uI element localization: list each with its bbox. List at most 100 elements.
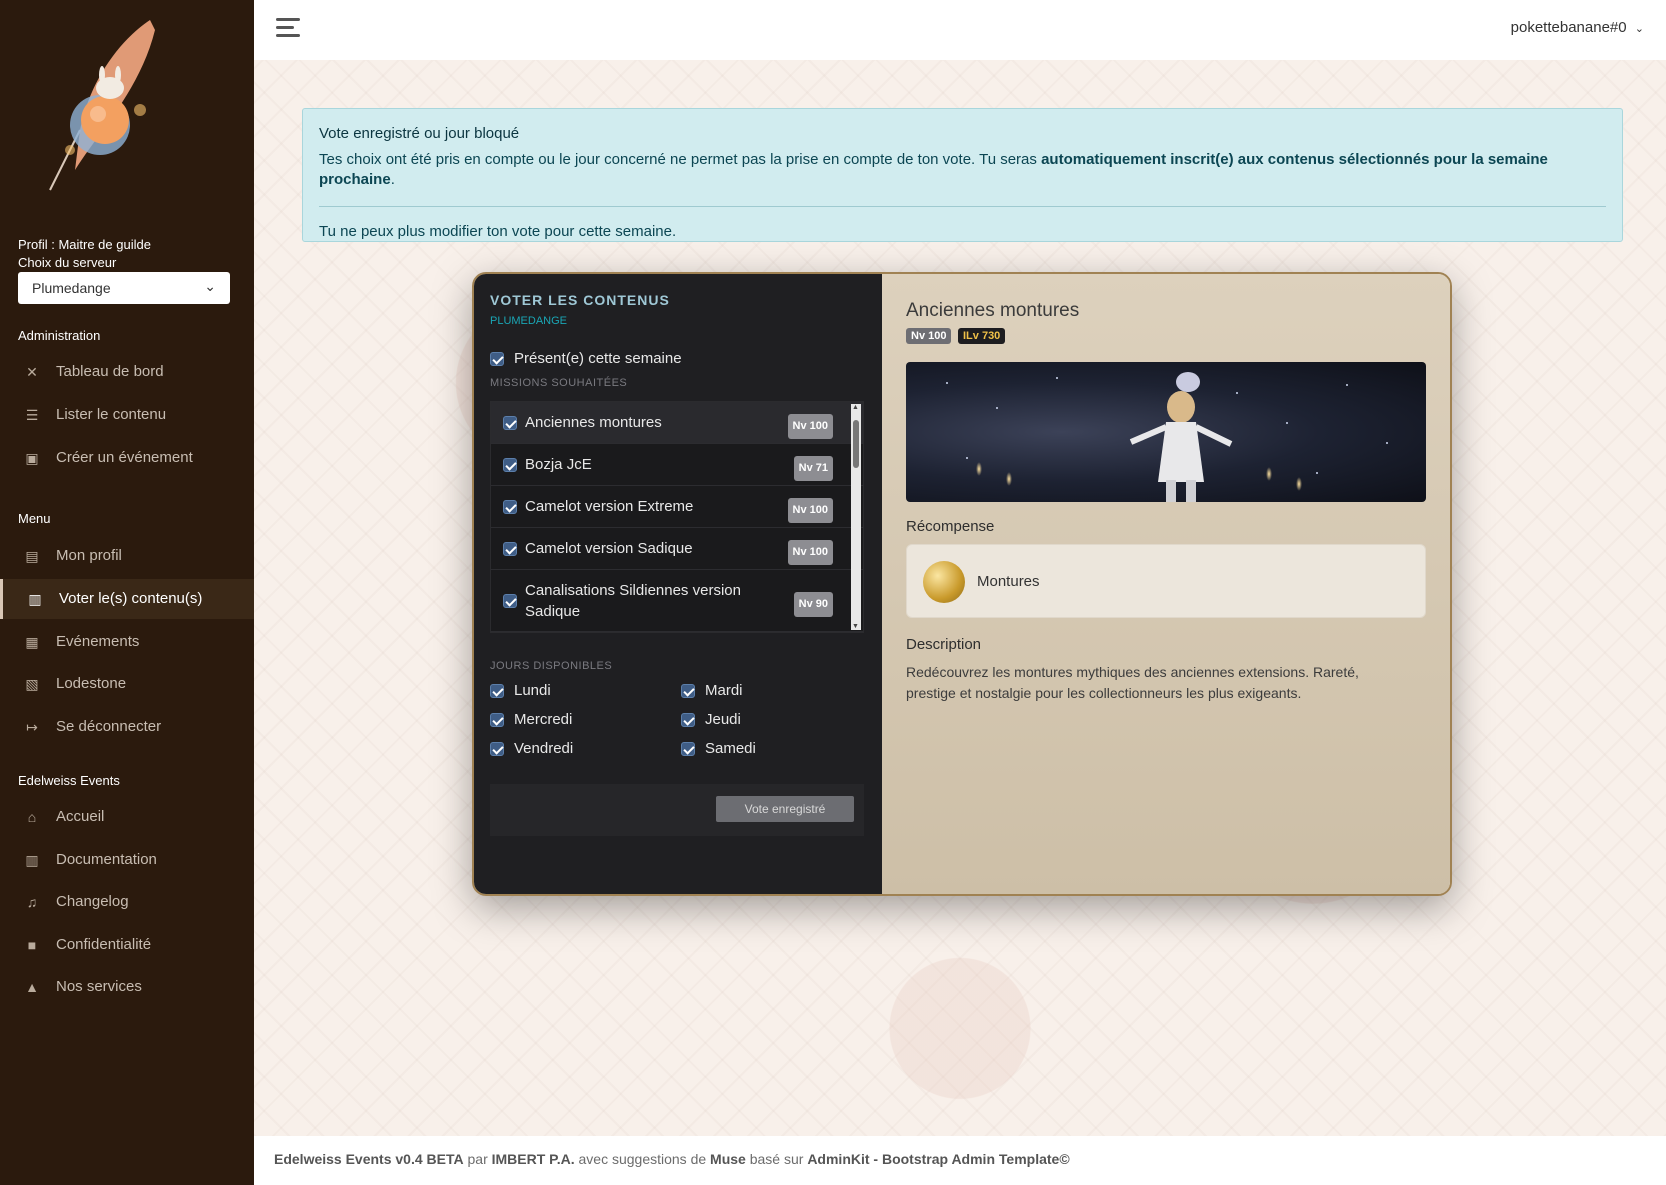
day-checkbox-samedi[interactable]: Samedi [681,740,756,757]
sidebar-item-documentation[interactable]: ▥ Documentation [0,840,254,880]
list-item[interactable]: Canalisations Sildiennes version Sadique… [491,570,863,632]
server-select[interactable]: Plumedange ⌄ [18,272,230,304]
server-label: Choix du serveur [18,255,117,270]
reward-box: Montures [906,544,1426,618]
sidebar-item-label: Créer un événement [56,449,193,466]
checkbox-checked-icon[interactable] [503,458,517,472]
chevron-down-icon: ⌄ [204,278,216,294]
sidebar-item-label: Lodestone [56,675,127,692]
day-checkbox-lundi[interactable]: Lundi [490,682,551,699]
sidebar-item-lister-contenu[interactable]: ☰ Lister le contenu [0,395,254,435]
sidebar-item-voter-contenus[interactable]: ▥ Voter le(s) contenu(s) [0,579,254,619]
sidebar-item-label: Mon profil [56,547,122,564]
footer-author[interactable]: IMBERT P.A. [492,1151,575,1167]
hamburger-menu-icon[interactable] [276,18,300,38]
chevron-down-icon: ⌄ [1634,23,1644,35]
footer-text: basé sur [745,1151,808,1167]
sidebar-item-label: Changelog [56,893,129,910]
day-label: Vendredi [514,740,574,757]
book-icon: ▧ [25,676,39,692]
logo-icon [49,20,155,191]
checkbox-checked-icon[interactable] [503,542,517,556]
sidebar-item-se-deconnecter[interactable]: ↦ Se déconnecter [0,707,254,747]
sidebar-item-label: Accueil [56,808,105,825]
mission-name: Bozja JcE [525,456,592,473]
checkbox-checked-icon[interactable] [681,742,695,757]
checkbox-checked-icon[interactable] [503,500,517,514]
checkbox-checked-icon[interactable] [490,742,504,757]
day-checkbox-mercredi[interactable]: Mercredi [490,711,572,728]
sidebar-item-tableau-de-bord[interactable]: ✕ Tableau de bord [0,352,254,392]
checkbox-checked-icon[interactable] [490,684,504,699]
footer-template[interactable]: AdminKit - Bootstrap Admin Template© [807,1151,1069,1167]
scroll-down-icon[interactable]: ▼ [852,623,859,630]
sidebar-item-evenements[interactable]: ▦ Evénements [0,622,254,662]
user-menu[interactable]: pokettebanane#0 ⌄ [1511,19,1644,36]
list-item[interactable]: Camelot version Sadique Nv 100 [491,528,863,570]
sidebar-item-label: Voter le(s) contenu(s) [59,590,203,607]
checkbox-checked-icon[interactable] [503,416,517,430]
username: pokettebanane#0 [1510,19,1627,36]
calendar-plus-icon: ▣ [25,450,39,466]
list-item[interactable]: Anciennes montures Nv 100 [491,402,863,444]
checkbox-checked-icon[interactable] [681,713,695,728]
scroll-up-icon[interactable]: ▲ [852,404,859,411]
sidebar-item-label: Nos services [56,978,142,995]
sidebar-item-lodestone[interactable]: ▧ Lodestone [0,664,254,704]
alert-body-end: . [390,171,395,188]
mission-name: Anciennes montures [525,414,662,431]
missions-list: Anciennes montures Nv 100 Bozja JcE Nv 7… [490,401,864,633]
sidebar-item-confidentialite[interactable]: ■ Confidentialité [0,925,254,965]
vote-actions: Vote enregistré [490,784,864,836]
level-badge: Nv 90 [793,592,833,617]
checkbox-checked-icon[interactable] [490,352,504,367]
footer-text: avec suggestions de [574,1151,711,1167]
sidebar-item-label: Documentation [56,851,157,868]
sidebar-item-changelog[interactable]: ♫ Changelog [0,882,254,922]
doc-icon: ▥ [25,852,39,868]
scrollbar-thumb[interactable] [853,420,859,468]
level-badge: Nv 100 [787,414,833,439]
sidebar-item-label: Evénements [56,633,140,650]
sidebar-item-nos-services[interactable]: ▲ Nos services [0,967,254,1007]
mission-name: Camelot version Sadique [525,540,693,557]
profile-icon: ▤ [25,548,39,564]
missions-scrollbar[interactable]: ▲ ▼ [851,404,861,630]
checkbox-checked-icon[interactable] [490,713,504,728]
server-select-value: Plumedange [32,280,111,296]
present-checkbox[interactable]: Présent(e) cette semaine [490,350,682,367]
checkbox-checked-icon[interactable] [681,684,695,699]
home-icon: ⌂ [27,809,37,825]
sidebar-section-menu: Menu [18,511,51,526]
vote-alert: Vote enregistré ou jour bloqué Tes choix… [302,108,1623,242]
list-item[interactable]: Camelot version Extreme Nv 100 [491,486,863,528]
alert-body: Tes choix ont été pris en compte ou le j… [319,150,1606,190]
footer: Edelweiss Events v0.4 BETA par IMBERT P.… [254,1136,1666,1185]
checkbox-checked-icon[interactable] [503,594,517,608]
footer-muse[interactable]: Muse [710,1151,746,1167]
footer-app[interactable]: Edelweiss Events v0.4 BETA [274,1151,464,1167]
topbar: pokettebanane#0 ⌄ [254,0,1666,60]
sidebar-item-creer-evenement[interactable]: ▣ Créer un événement [0,438,254,478]
sidebar-item-label: Lister le contenu [56,406,167,423]
coin-icon [923,561,965,603]
vote-submit-button[interactable]: Vote enregistré [716,796,854,822]
lock-icon: ■ [27,937,37,953]
sidebar-item-accueil[interactable]: ⌂ Accueil [0,797,254,837]
day-checkbox-vendredi[interactable]: Vendredi [490,740,573,757]
footer-text: par [463,1151,492,1167]
day-checkbox-jeudi[interactable]: Jeudi [681,711,741,728]
reward-value: Montures [977,573,1040,590]
list-item[interactable]: Bozja JcE Nv 71 [491,444,863,486]
profile-info: Profil : Maitre de guilde Choix du serve… [18,236,151,272]
sidebar-item-mon-profil[interactable]: ▤ Mon profil [0,536,254,576]
day-label: Lundi [514,682,551,699]
alert-title: Vote enregistré ou jour bloqué [319,125,520,142]
logout-icon: ↦ [26,719,38,735]
days-header: JOURS DISPONIBLES [490,660,613,672]
item-level-badge: ILv 730 [958,328,1006,344]
vote-server: PLUMEDANGE [490,315,568,327]
level-badge: Nv 100 [787,498,833,523]
alert-body-text: Tes choix ont été pris en compte ou le j… [319,151,1042,168]
day-checkbox-mardi[interactable]: Mardi [681,682,743,699]
